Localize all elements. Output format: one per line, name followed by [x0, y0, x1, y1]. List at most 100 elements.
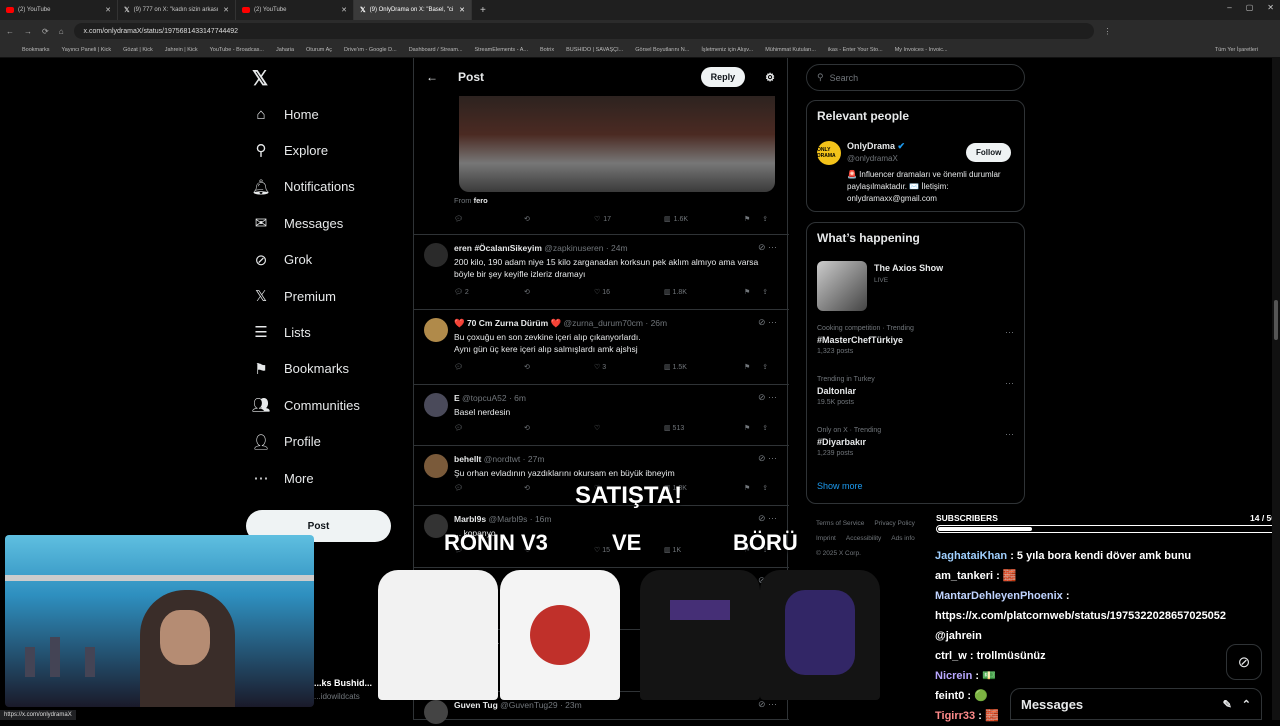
share-icon[interactable]: ⇪: [762, 215, 768, 223]
avatar[interactable]: [424, 393, 448, 417]
nav-item-profile[interactable]: 👤︎ Profile: [251, 433, 320, 451]
heart-icon[interactable]: ♡ 3: [594, 363, 664, 371]
bookmark-item[interactable]: StreamElements - A...: [475, 47, 529, 53]
nav-item-notifications[interactable]: 🔔︎ Notifications: [251, 178, 354, 196]
bookmark-item[interactable]: Botrix: [540, 47, 554, 53]
bookmark-icon[interactable]: ⚑: [744, 484, 750, 492]
reply-button[interactable]: Reply: [700, 67, 746, 87]
footer-link[interactable]: Accessibility: [846, 535, 881, 542]
close-window-icon[interactable]: ✕: [1267, 3, 1274, 12]
more-options-icon[interactable]: ⊘ ⋯: [758, 392, 777, 403]
footer-link[interactable]: © 2025 X Corp.: [816, 550, 861, 557]
address-bar[interactable]: x.com/onlydramaX/status/1975681433147744…: [73, 23, 1094, 39]
repost-icon[interactable]: ⟲: [524, 288, 594, 296]
messages-drawer[interactable]: Messages ✎ ⌃: [1010, 688, 1262, 720]
filter-icon[interactable]: ⚙: [765, 71, 775, 84]
compose-message-icon[interactable]: ✎: [1223, 698, 1232, 711]
live-title[interactable]: The Axios Show: [874, 263, 943, 273]
reply-author[interactable]: Marbl9s @Marbl9s · 16m: [454, 514, 551, 524]
bookmark-item[interactable]: Jahrein | Kick: [165, 47, 198, 53]
minimize-icon[interactable]: –: [1227, 3, 1231, 12]
home-browser-icon[interactable]: ⌂: [59, 27, 64, 36]
browser-tab[interactable]: (2) YouTube ✕: [236, 0, 354, 20]
bookmark-item[interactable]: Drive'ım - Google D...: [344, 47, 397, 53]
nav-item-home[interactable]: ⌂ Home: [252, 105, 318, 123]
reply-post[interactable]: E @topcuA52 · 6m ⊘ ⋯ Basel nerdesin 💬︎ ⟲ ♡ …: [414, 385, 789, 446]
reply-icon[interactable]: 💬︎: [454, 215, 524, 223]
more-options-icon[interactable]: ⊘ ⋯: [758, 453, 777, 464]
nav-item-premium[interactable]: 𝕏 Premium: [252, 287, 336, 305]
browser-tab[interactable]: 𝕏 (9) OnlyDrama on X: "Basel, "ci ✕: [354, 0, 472, 20]
grok-floating-button[interactable]: ⊘: [1226, 644, 1262, 680]
bookmark-item[interactable]: Bookmarks: [22, 47, 50, 53]
back-arrow-icon[interactable]: ←: [426, 70, 438, 84]
close-tab-icon[interactable]: ✕: [341, 6, 347, 14]
browser-tab[interactable]: (2) YouTube ✕: [0, 0, 118, 20]
bookmark-item[interactable]: Yayıncı Paneli | Kick: [62, 47, 112, 53]
share-icon[interactable]: ⇪: [762, 363, 768, 371]
avatar[interactable]: [424, 318, 448, 342]
chart-icon[interactable]: ▥ 1.5K: [664, 363, 744, 371]
close-tab-icon[interactable]: ✕: [223, 6, 229, 14]
show-more-link[interactable]: Show more: [817, 481, 863, 491]
close-tab-icon[interactable]: ✕: [105, 6, 111, 14]
nav-item-explore[interactable]: ⚲ Explore: [252, 141, 329, 159]
heart-icon[interactable]: ♡: [594, 424, 664, 432]
bookmark-item[interactable]: Dashboard / Stream...: [409, 47, 463, 53]
reply-post[interactable]: eren #ÖcalanıSikeyim @zapkinuseren · 24m…: [414, 235, 789, 310]
bookmark-icon[interactable]: ⚑: [744, 363, 750, 371]
post-media-video[interactable]: [459, 96, 775, 192]
bookmark-item[interactable]: ikas - Enter Your Sto...: [828, 47, 883, 53]
trend-item[interactable]: Trending in Turkey Daltonlar 19.5K posts: [817, 376, 875, 406]
more-options-icon[interactable]: ⊘ ⋯: [758, 242, 777, 253]
bookmark-item[interactable]: Gözat | Kick: [123, 47, 153, 53]
bookmark-item[interactable]: BUSHIDO | SAVAŞÇI...: [566, 47, 623, 53]
more-options-icon[interactable]: ⊘ ⋯: [758, 317, 777, 328]
forward-icon[interactable]: →: [24, 27, 32, 36]
extensions-icon[interactable]: ⋮: [1104, 27, 1112, 36]
bookmark-icon[interactable]: ⚑: [744, 424, 750, 432]
back-icon[interactable]: ←: [6, 27, 14, 36]
x-logo-icon[interactable]: 𝕏: [252, 66, 268, 91]
new-tab-icon[interactable]: +: [472, 5, 494, 16]
heart-icon[interactable]: ♡ 16: [594, 288, 664, 296]
browser-tab[interactable]: 𝕏 (9) 777 on X: "kadın sizin arkası ✕: [118, 0, 236, 20]
reply-icon[interactable]: 💬︎: [454, 424, 524, 432]
chart-icon[interactable]: ▥ 1K: [664, 546, 744, 554]
window-controls[interactable]: – ▢ ✕: [1227, 3, 1274, 12]
bookmark-item[interactable]: My Invoices - Invoic...: [895, 47, 948, 53]
nav-item-grok[interactable]: ⊘ Grok: [252, 251, 312, 269]
live-thumbnail[interactable]: [817, 261, 867, 311]
footer-link[interactable]: Ads info: [891, 535, 915, 542]
trend-item[interactable]: Only on X · Trending #Diyarbakır 1,239 pos…: [817, 427, 881, 457]
reply-icon[interactable]: 💬︎: [454, 484, 524, 492]
bookmark-item[interactable]: YouTube - Broadcas...: [210, 47, 264, 53]
scrollbar-thumb[interactable]: [1274, 300, 1278, 340]
maximize-icon[interactable]: ▢: [1246, 3, 1254, 12]
nav-item-messages[interactable]: ✉ Messages: [252, 214, 344, 232]
views-stat[interactable]: ▥ 1.6K: [664, 215, 744, 224]
bookmark-item[interactable]: Görsel Boyutlarını N...: [635, 47, 689, 53]
bookmark-item[interactable]: Tüm Yer İşaretleri: [1215, 47, 1258, 53]
page-scrollbar[interactable]: [1272, 58, 1280, 720]
more-icon[interactable]: ⋯: [1005, 429, 1014, 440]
reply-icon[interactable]: 💬︎: [454, 363, 524, 371]
footer-link[interactable]: Privacy Policy: [874, 520, 914, 527]
repost-icon[interactable]: ⟲: [524, 424, 594, 432]
footer-link[interactable]: Terms of Service: [816, 520, 864, 527]
share-icon[interactable]: ⇪: [762, 484, 768, 492]
avatar[interactable]: [424, 700, 448, 724]
reply-author[interactable]: behellt @nordtwt · 27m: [454, 454, 544, 464]
avatar[interactable]: ONLY DRAMA: [817, 141, 841, 165]
bookmark-item[interactable]: Oturum Aç: [306, 47, 332, 53]
share-icon[interactable]: ⇪: [762, 424, 768, 432]
reply-author[interactable]: Guven Tug @GuvenTug29 · 23m: [454, 700, 582, 710]
avatar[interactable]: [424, 454, 448, 478]
reply-icon[interactable]: 💬︎ 2: [454, 288, 524, 296]
bookmark-icon[interactable]: ⚑: [744, 215, 750, 223]
more-options-icon[interactable]: ⊘ ⋯: [758, 699, 777, 710]
nav-item-communities[interactable]: 👥︎ Communities: [251, 396, 359, 414]
trend-item[interactable]: Cooking competition · Trending #MasterChe…: [817, 325, 914, 355]
bookmark-item[interactable]: Mühimmat Kutuları...: [765, 47, 816, 53]
reply-post[interactable]: ❤️ 70 Cm Zurna Dürüm ❤️ @zurna_durum70cm…: [414, 310, 789, 385]
